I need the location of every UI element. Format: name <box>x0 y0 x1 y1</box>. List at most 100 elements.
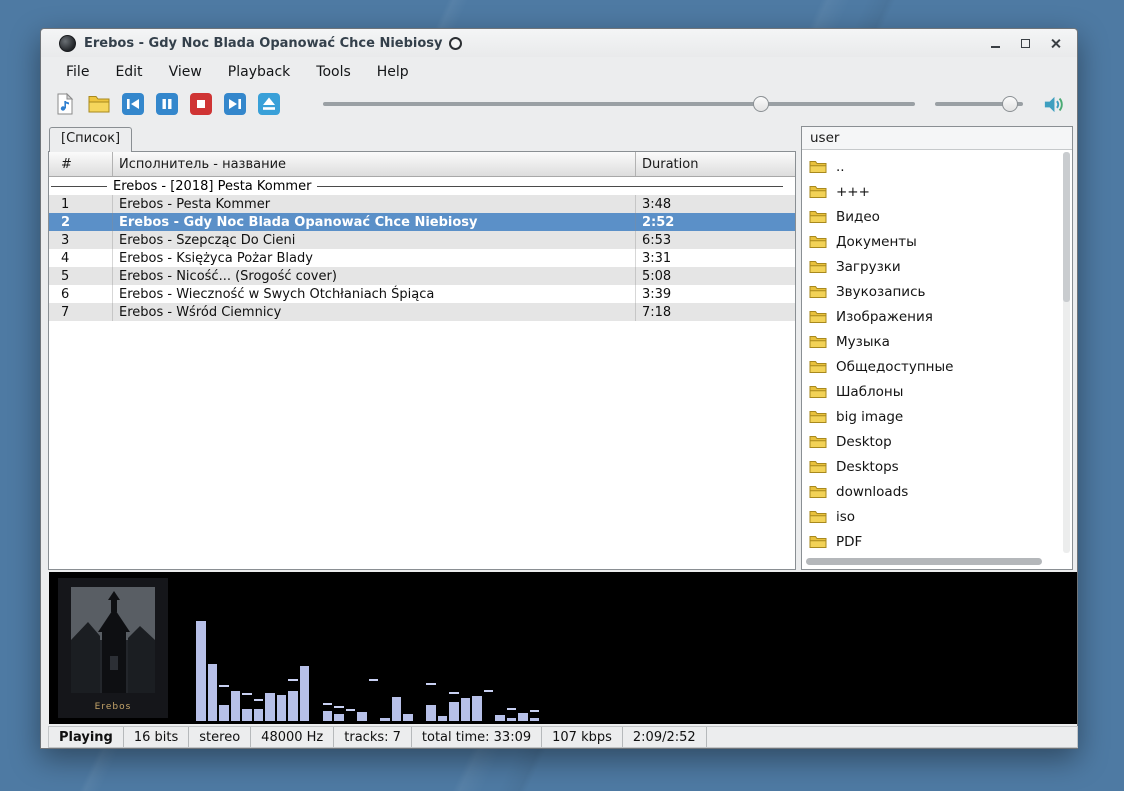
app-icon <box>59 35 76 52</box>
column-header-duration[interactable]: Duration <box>636 152 795 176</box>
folder-item[interactable]: Звукозапись <box>802 279 1062 304</box>
folder-list: .. +++ВидеоДокументыЗагрузки Звукозапись Из… <box>802 151 1062 554</box>
folder-item[interactable]: Музыка <box>802 329 1062 354</box>
folder-item[interactable]: Видео <box>802 204 1062 229</box>
titlebar[interactable]: Erebos - Gdy Noc Blada Opanować Chce Nie… <box>41 29 1077 57</box>
eject-button[interactable] <box>257 92 281 116</box>
spectrum-bar <box>415 617 425 721</box>
spectrum-bar-fill <box>231 691 241 721</box>
spectrum-bar-fill <box>449 702 459 721</box>
folder-item[interactable]: iso <box>802 504 1062 529</box>
folder-item[interactable]: big image <box>802 404 1062 429</box>
column-header-number[interactable]: # <box>49 152 113 176</box>
volume-thumb[interactable] <box>1002 96 1018 112</box>
folder-icon <box>809 159 827 174</box>
spectrum-bar-fill <box>403 714 413 721</box>
folder-item[interactable]: Desktops <box>802 454 1062 479</box>
column-header-title[interactable]: Исполнитель - название <box>113 152 636 176</box>
folder-item[interactable]: Desktop <box>802 429 1062 454</box>
status-segment: 107 kbps <box>542 727 623 747</box>
spectrum-bar <box>449 617 459 721</box>
maximize-button[interactable] <box>1017 35 1033 51</box>
minimize-icon <box>991 46 1000 48</box>
spectrum-bar <box>392 617 402 721</box>
spectrum-bar <box>219 617 229 721</box>
next-button[interactable] <box>223 92 247 116</box>
spectrum-bar-fill <box>277 695 287 721</box>
folder-item[interactable]: Шаблоны <box>802 379 1062 404</box>
folder-label: Изображения <box>836 309 933 325</box>
folder-icon <box>809 534 827 549</box>
add-file-button[interactable] <box>53 92 77 116</box>
close-icon <box>1050 38 1061 49</box>
folder-label: Desktop <box>836 434 892 450</box>
spectrum-bar-fill <box>196 621 206 721</box>
playlist-tab[interactable]: [Список] <box>49 127 132 152</box>
menu-item-tools[interactable]: Tools <box>303 60 364 84</box>
folder-icon <box>809 334 827 349</box>
spectrum-peak <box>484 690 494 692</box>
visualization-area: Erebos <box>49 572 1077 724</box>
cell-dur: 6:53 <box>636 231 795 249</box>
menu-item-playback[interactable]: Playback <box>215 60 303 84</box>
cell-num: 7 <box>49 303 113 321</box>
playlist-row[interactable]: 6Erebos - Wieczność w Swych Otchłaniach … <box>49 285 795 303</box>
speaker-icon <box>1042 93 1065 116</box>
spectrum-bar <box>231 617 241 721</box>
previous-button[interactable] <box>121 92 145 116</box>
stop-button[interactable] <box>189 92 213 116</box>
vertical-scrollbar[interactable] <box>1063 152 1070 553</box>
menu-item-file[interactable]: File <box>53 60 102 84</box>
group-line-left <box>51 186 107 187</box>
volume-button[interactable] <box>1041 92 1065 116</box>
open-folder-button[interactable] <box>87 92 111 116</box>
playlist-row[interactable]: 4Erebos - Księżyca Pożar Blady3:31 <box>49 249 795 267</box>
folder-label: Звукозапись <box>836 284 925 300</box>
spectrum-bar <box>323 617 333 721</box>
spectrum-peak <box>323 703 333 705</box>
menu-item-help[interactable]: Help <box>364 60 422 84</box>
playlist-row[interactable]: 1Erebos - Pesta Kommer3:48 <box>49 195 795 213</box>
menu-item-view[interactable]: View <box>156 60 215 84</box>
playlist-row[interactable]: 5Erebos - Nicość... (Srogość cover)5:08 <box>49 267 795 285</box>
folder-item[interactable]: +++ <box>802 179 1062 204</box>
playlist-row[interactable]: 7Erebos - Wśród Ciemnicy7:18 <box>49 303 795 321</box>
minimize-button[interactable] <box>987 35 1003 51</box>
add-file-icon <box>53 92 77 116</box>
close-button[interactable] <box>1047 35 1063 51</box>
spectrum-bar <box>507 617 517 721</box>
folder-item[interactable]: Загрузки <box>802 254 1062 279</box>
cell-dur: 5:08 <box>636 267 795 285</box>
spectrum-bar-fill <box>472 696 482 721</box>
seek-thumb[interactable] <box>753 96 769 112</box>
volume-slider[interactable] <box>935 94 1023 114</box>
cell-title: Erebos - Wśród Ciemnicy <box>113 303 636 321</box>
file-browser-path[interactable]: user <box>802 127 1072 150</box>
seek-slider[interactable] <box>323 94 915 114</box>
menubar: FileEditViewPlaybackToolsHelp <box>41 57 1077 86</box>
folder-item[interactable]: PDF <box>802 529 1062 554</box>
horizontal-scrollbar-thumb[interactable] <box>806 558 1042 565</box>
pause-button[interactable] <box>155 92 179 116</box>
cell-num: 6 <box>49 285 113 303</box>
group-line-right <box>317 186 783 187</box>
folder-item[interactable]: Изображения <box>802 304 1062 329</box>
playlist-header: # Исполнитель - название Duration <box>49 152 795 177</box>
pause-icon <box>155 92 179 116</box>
spectrum-bar-fill <box>380 718 390 721</box>
spectrum-peak <box>334 706 344 708</box>
folder-item[interactable]: Общедоступные <box>802 354 1062 379</box>
playlist-row[interactable]: 3Erebos - Szepcząc Do Cieni6:53 <box>49 231 795 249</box>
vertical-scrollbar-thumb[interactable] <box>1063 152 1070 302</box>
folder-item[interactable]: downloads <box>802 479 1062 504</box>
folder-item[interactable]: .. <box>802 154 1062 179</box>
folder-label: .. <box>836 159 845 175</box>
menu-item-edit[interactable]: Edit <box>102 60 155 84</box>
window-title: Erebos - Gdy Noc Blada Opanować Chce Nie… <box>84 36 443 51</box>
playlist-row[interactable]: 2Erebos - Gdy Noc Blada Opanować Chce Ni… <box>49 213 795 231</box>
folder-item[interactable]: Документы <box>802 229 1062 254</box>
album-group-header: Erebos - [2018] Pesta Kommer <box>49 177 795 195</box>
spectrum-bar-fill <box>507 718 517 721</box>
folder-label: PDF <box>836 534 862 550</box>
folder-icon <box>809 384 827 399</box>
